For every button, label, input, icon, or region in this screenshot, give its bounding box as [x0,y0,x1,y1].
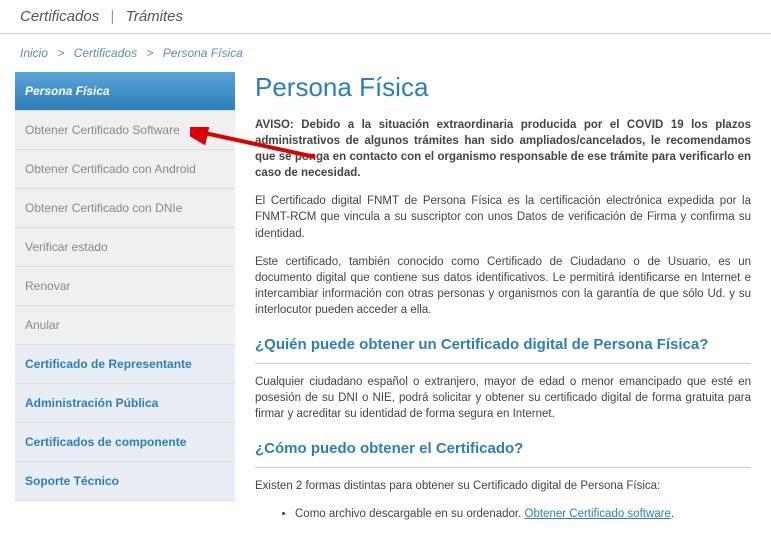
divider [255,467,751,468]
intro-p2: Este certificado, también conocido como … [255,254,751,318]
sidebar-item-soporte[interactable]: Soporte Técnico [15,462,235,501]
quien-p: Cualquier ciudadano español o extranjero… [255,374,751,422]
aviso-text: AVISO: Debido a la situación extraordina… [255,117,751,181]
sidebar-item-obtener-dnie[interactable]: Obtener Certificado con DNIe [15,189,235,228]
sidebar-item-representante[interactable]: Certificado de Representante [15,345,235,384]
crumb-sep: > [146,46,153,60]
sidebar: Persona Física Obtener Certificado Softw… [15,72,235,533]
intro-p1: El Certificado digital FNMT de Persona F… [255,193,751,241]
main-content: Persona Física AVISO: Debido a la situac… [255,72,756,533]
crumb-sep: > [57,46,64,60]
sidebar-item-obtener-android[interactable]: Obtener Certificado con Android [15,150,235,189]
topnav-tramites[interactable]: Trámites [126,8,183,25]
sidebar-item-obtener-software[interactable]: Obtener Certificado Software [15,111,235,150]
page-title: Persona Física [255,72,751,103]
como-p: Existen 2 formas distintas para obtener … [255,478,751,494]
divider [255,363,751,364]
sidebar-item-administracion[interactable]: Administración Pública [15,384,235,423]
list-item: Como archivo descargable en su ordenador… [295,506,751,522]
sidebar-item-persona-fisica[interactable]: Persona Física [15,72,235,111]
heading-como: ¿Cómo puedo obtener el Certificado? [255,440,751,457]
topnav-certificados[interactable]: Certificados [20,8,99,25]
sidebar-item-componente[interactable]: Certificados de componente [15,423,235,462]
link-obtener-software[interactable]: Obtener Certificado software [525,508,671,520]
crumb-certificados[interactable]: Certificados [74,46,137,60]
breadcrumb: Inicio > Certificados > Persona Física [0,34,771,72]
sidebar-item-anular[interactable]: Anular [15,306,235,345]
top-nav: Certificados | Trámites [0,0,771,34]
sidebar-item-renovar[interactable]: Renovar [15,267,235,306]
topnav-sep: | [111,8,115,25]
crumb-persona-fisica: Persona Física [163,46,243,60]
heading-quien: ¿Quién puede obtener un Certificado digi… [255,336,751,353]
crumb-inicio[interactable]: Inicio [20,46,48,60]
como-list: Como archivo descargable en su ordenador… [295,506,751,522]
sidebar-item-verificar-estado[interactable]: Verificar estado [15,228,235,267]
